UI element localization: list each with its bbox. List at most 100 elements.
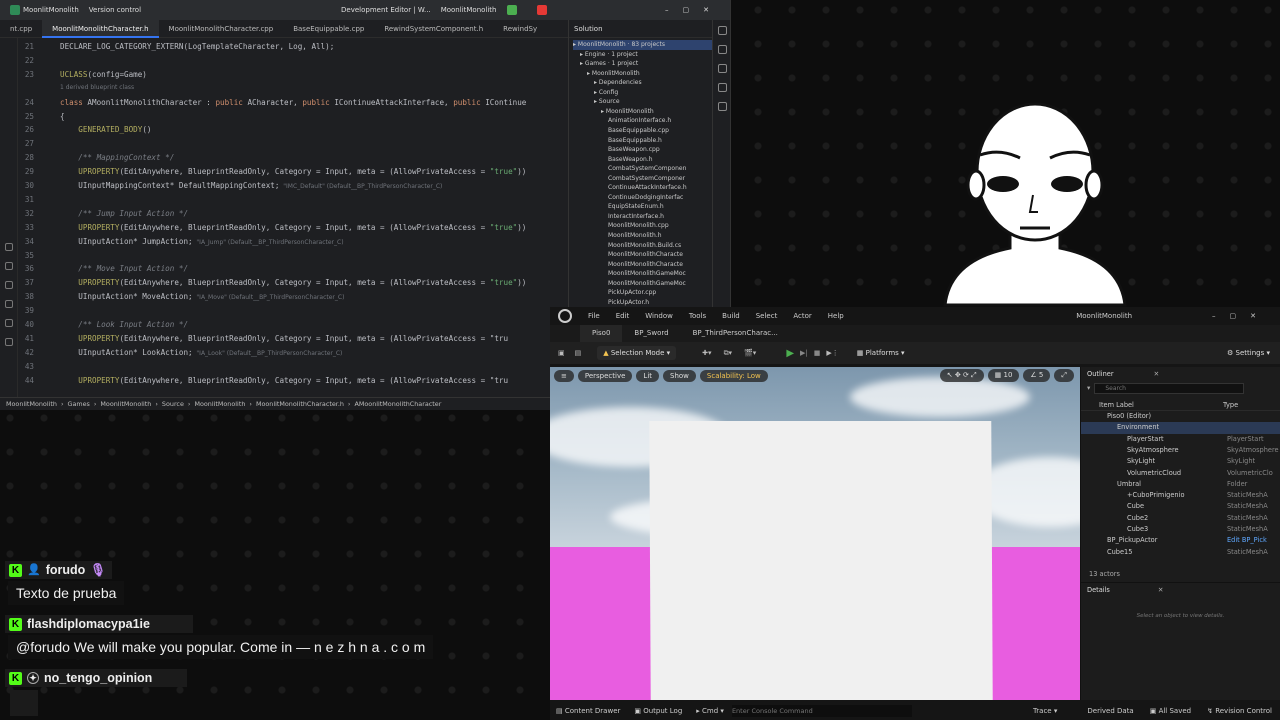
- git-icon[interactable]: [4, 281, 13, 289]
- ue-level-tab[interactable]: BP_Sword: [622, 325, 680, 342]
- editor-tab[interactable]: MoonlitMonolithCharacter.h: [42, 19, 159, 38]
- outliner-row[interactable]: Cube3 StaticMeshA: [1081, 524, 1280, 535]
- solution-tree-item[interactable]: MoonlitMonolithCharacte: [608, 250, 712, 260]
- breadcrumb-item[interactable]: MoonlitMonolithCharacter.h: [256, 400, 344, 408]
- ue-menu-item[interactable]: Tools: [689, 312, 706, 320]
- maximize-viewport-icon[interactable]: ⤢: [1054, 369, 1074, 382]
- solution-tree-item[interactable]: InteractInterface.h: [608, 212, 712, 222]
- editor-tab[interactable]: RewindSy: [493, 20, 547, 38]
- browse-icon[interactable]: ▤: [575, 349, 582, 357]
- solution-tree-item[interactable]: ▸ Games · 1 project: [580, 59, 712, 69]
- ue-menu-item[interactable]: Edit: [616, 312, 630, 320]
- solution-tree-item[interactable]: PickUpActor.h: [608, 298, 712, 308]
- outliner-row[interactable]: SkyAtmosphere SkyAtmosphere: [1081, 445, 1280, 456]
- run-config[interactable]: Development Editor | W...: [341, 6, 431, 14]
- selection-mode-dropdown[interactable]: ▲ Selection Mode ▾: [597, 346, 677, 360]
- ue-menu-item[interactable]: Window: [645, 312, 673, 320]
- col-item-label[interactable]: Item Label: [1099, 399, 1134, 411]
- save-status[interactable]: ▣ All Saved: [1150, 707, 1191, 715]
- close-details-icon[interactable]: ✕: [1158, 583, 1164, 597]
- window-controls[interactable]: –▢✕: [665, 6, 723, 14]
- close-outliner-icon[interactable]: ✕: [1154, 367, 1160, 381]
- white-wall-mesh[interactable]: [649, 421, 993, 700]
- solution-tree-item[interactable]: EquipStateEnum.h: [608, 202, 712, 212]
- services-icon[interactable]: [4, 338, 13, 346]
- col-type[interactable]: Type: [1223, 399, 1238, 411]
- stop-button[interactable]: ■: [814, 349, 821, 357]
- solution-tree-item[interactable]: MoonlitMonolithGameMoc: [608, 279, 712, 289]
- viewport-menu-button[interactable]: ≡: [554, 369, 574, 382]
- problems-icon[interactable]: [4, 300, 13, 308]
- step-button[interactable]: ▶|: [800, 349, 808, 357]
- solution-tree-item[interactable]: PickUpActor.cpp: [608, 288, 712, 298]
- cinematics-icon[interactable]: 🎬▾: [744, 349, 756, 357]
- solution-tree-item[interactable]: MoonlitMonolith.h: [608, 231, 712, 241]
- save-icon[interactable]: ▣: [558, 349, 565, 357]
- solution-tree-item[interactable]: ContinueAttackInterface.h: [608, 183, 712, 193]
- show-button[interactable]: Show: [663, 369, 696, 382]
- breadcrumb-item[interactable]: MoonlitMonolith: [194, 400, 245, 408]
- solution-tree-item[interactable]: ▸ MoonlitMonolith: [601, 107, 712, 117]
- breadcrumb-item[interactable]: AMoonlitMonolithCharacter: [354, 400, 441, 408]
- add-actor-icon[interactable]: ✚▾: [702, 349, 711, 357]
- editor-tab[interactable]: nt.cpp: [0, 20, 42, 38]
- run-icon[interactable]: [506, 5, 517, 15]
- breadcrumb-item[interactable]: Games: [68, 400, 90, 408]
- transform-tools[interactable]: ↖ ✥ ⟳ ⤢: [939, 369, 984, 382]
- lit-button[interactable]: Lit: [636, 369, 660, 382]
- solution-tree-item[interactable]: AnimationInterface.h: [608, 116, 712, 126]
- unreal-logo-icon[interactable]: [558, 309, 572, 323]
- console-input[interactable]: [731, 705, 912, 717]
- solution-tree-item[interactable]: ContinueDodgingInterfac: [608, 193, 712, 203]
- ai-assistant-icon[interactable]: [717, 64, 727, 73]
- play-button[interactable]: ▶: [786, 348, 794, 359]
- solution-tree-item[interactable]: BaseEquippable.cpp: [608, 126, 712, 136]
- outliner-row[interactable]: PlayerStart PlayerStart: [1081, 434, 1280, 445]
- trace-button[interactable]: Trace ▾: [1033, 707, 1057, 715]
- level-viewport[interactable]: ≡ Perspective Lit Show Scalability: Low …: [550, 367, 1080, 700]
- unreal-icon[interactable]: [717, 83, 727, 92]
- perspective-button[interactable]: Perspective: [577, 369, 633, 382]
- bookmarks-icon[interactable]: [4, 262, 13, 270]
- blueprint-icon[interactable]: ⧉▾: [724, 349, 733, 358]
- content-drawer-button[interactable]: ▤ Content Drawer: [556, 707, 620, 715]
- snap-grid-button[interactable]: ▦ 10: [987, 369, 1020, 382]
- vcs-menu[interactable]: Version control: [89, 6, 141, 14]
- breadcrumb-item[interactable]: MoonlitMonolith: [100, 400, 151, 408]
- solution-tree-item[interactable]: MoonlitMonolithGameMoc: [608, 269, 712, 279]
- more-icon[interactable]: [717, 102, 727, 111]
- solution-tree-item[interactable]: ▸ Dependencies: [594, 78, 712, 88]
- outliner-row[interactable]: VolumetricCloud VolumetricClo: [1081, 468, 1280, 479]
- derived-data-button[interactable]: Derived Data: [1087, 707, 1133, 715]
- settings-menu[interactable]: ⚙ Settings ▾: [1227, 349, 1270, 357]
- outliner-row[interactable]: BP_PickupActor Edit BP_Pick: [1081, 535, 1280, 546]
- notifications-icon[interactable]: [717, 26, 727, 35]
- ue-menu-item[interactable]: Build: [722, 312, 740, 320]
- launch-button[interactable]: ▶⋮: [826, 349, 838, 357]
- outliner-row[interactable]: Cube StaticMeshA: [1081, 501, 1280, 512]
- database-icon[interactable]: [717, 45, 727, 54]
- outliner-row[interactable]: Cube15 StaticMeshA: [1081, 547, 1280, 558]
- scalability-button[interactable]: Scalability: Low: [699, 369, 768, 382]
- solution-tree-item[interactable]: BaseWeapon.h: [608, 155, 712, 165]
- solution-tree-item[interactable]: MoonlitMonolith.cpp: [608, 221, 712, 231]
- solution-tree-item[interactable]: ▸ Config: [594, 88, 712, 98]
- target-selector[interactable]: MoonlitMonolith: [441, 6, 497, 14]
- structure-icon[interactable]: [4, 243, 13, 251]
- solution-tree-item[interactable]: BaseWeapon.cpp: [608, 145, 712, 155]
- outliner-row[interactable]: Piso0 (Editor): [1081, 411, 1280, 422]
- outliner-search-input[interactable]: [1094, 382, 1245, 394]
- ide-project-menu[interactable]: MoonlitMonolith: [10, 5, 79, 15]
- solution-tree-item[interactable]: ▸ Source: [594, 97, 712, 107]
- ue-level-tab[interactable]: BP_ThirdPersonCharac...: [681, 325, 790, 342]
- solution-tree-item[interactable]: ▸ Engine · 1 project: [580, 50, 712, 60]
- solution-tree-item[interactable]: ▸ MoonlitMonolith: [587, 69, 712, 79]
- editor-tab[interactable]: BaseEquippable.cpp: [283, 20, 374, 38]
- cmd-button[interactable]: ▸ Cmd ▾: [696, 707, 724, 715]
- outliner-row[interactable]: +CuboPrimigenio StaticMeshA: [1081, 490, 1280, 501]
- ue-window-controls[interactable]: –▢✕: [1212, 312, 1270, 320]
- solution-tree-item[interactable]: MoonlitMonolith.Build.cs: [608, 241, 712, 251]
- ue-menu-item[interactable]: File: [588, 312, 600, 320]
- outliner-row[interactable]: Umbral Folder: [1081, 479, 1280, 490]
- revision-control-button[interactable]: ↯ Revision Control: [1207, 707, 1272, 715]
